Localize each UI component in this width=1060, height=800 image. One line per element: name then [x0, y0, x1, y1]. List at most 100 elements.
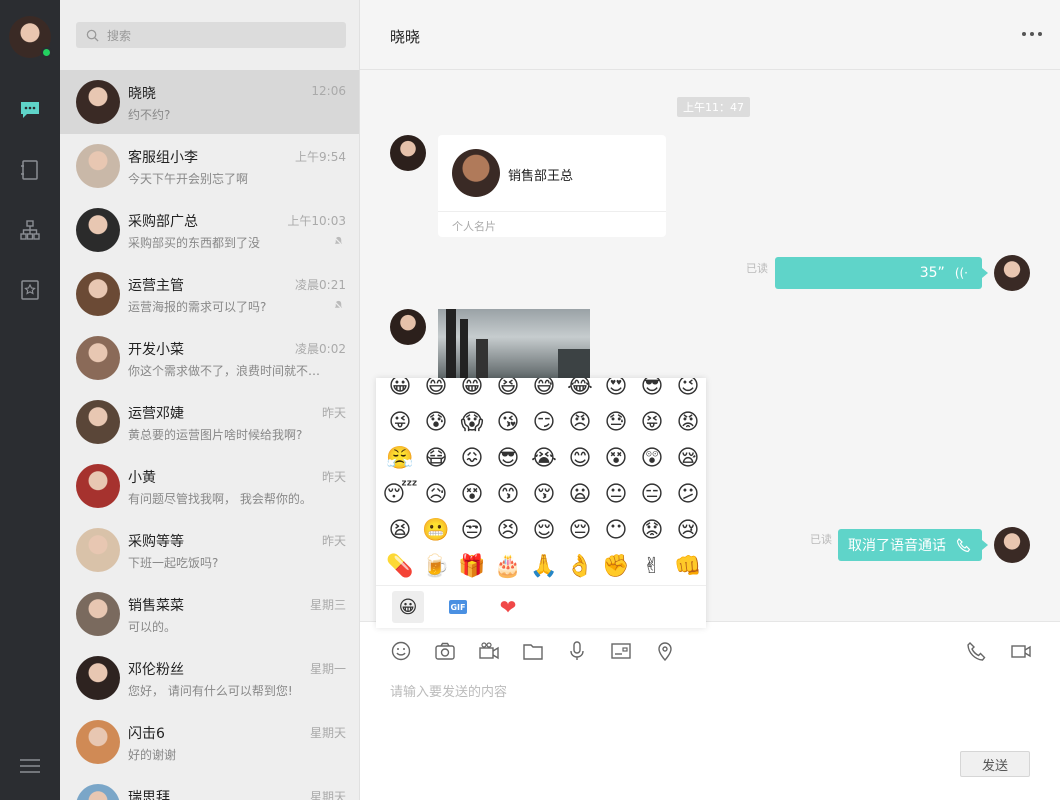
- emoji-item[interactable]: 😲: [634, 440, 670, 476]
- emoji-item[interactable]: 😙: [490, 476, 526, 512]
- emoji-item[interactable]: 😱: [454, 404, 490, 440]
- emoji-item[interactable]: 😣: [490, 512, 526, 548]
- conversation-item[interactable]: 小黄 昨天 有问题尽管找我啊， 我会帮你的。: [60, 454, 359, 518]
- emoji-item[interactable]: 😦: [562, 476, 598, 512]
- conversation-item[interactable]: 运营邓婕 昨天 黄总要的运营图片啥时候给我啊?: [60, 390, 359, 454]
- location-pin-icon[interactable]: [654, 640, 676, 662]
- emoji-item[interactable]: 😍: [598, 378, 634, 404]
- conversation-item[interactable]: 客服组小李 上午9:54 今天下午开会别忘了啊: [60, 134, 359, 198]
- my-message-avatar[interactable]: [994, 255, 1030, 291]
- image-message[interactable]: [438, 309, 590, 379]
- voice-call-icon[interactable]: [966, 640, 988, 662]
- conversation-item[interactable]: 运营主管 凌晨0:21 运营海报的需求可以了吗?: [60, 262, 359, 326]
- emoji-item[interactable]: ✊: [598, 548, 634, 584]
- emoji-item[interactable]: 😑: [634, 476, 670, 512]
- emoji-tab-favorites[interactable]: ❤: [492, 591, 524, 623]
- more-options-icon[interactable]: [1022, 32, 1042, 36]
- folder-icon[interactable]: [522, 640, 544, 662]
- emoji-item[interactable]: 😡: [670, 404, 706, 440]
- microphone-icon[interactable]: [566, 640, 588, 662]
- emoji-item[interactable]: 😵: [454, 476, 490, 512]
- emoji-item[interactable]: 😫: [382, 512, 418, 548]
- emoji-item[interactable]: 😀: [382, 378, 418, 404]
- search-box[interactable]: 搜索: [76, 22, 346, 48]
- emoji-item[interactable]: 😒: [454, 512, 490, 548]
- emoji-item[interactable]: 😎: [634, 378, 670, 404]
- emoji-item[interactable]: 👊: [670, 548, 706, 584]
- voice-message[interactable]: 35” ((·: [775, 257, 988, 289]
- emoji-icon[interactable]: [390, 640, 412, 662]
- nav-organization[interactable]: [0, 210, 60, 250]
- emoji-item[interactable]: 😌: [526, 512, 562, 548]
- emoji-item[interactable]: 😪: [670, 440, 706, 476]
- emoji-item[interactable]: 😖: [454, 440, 490, 476]
- emoji-item[interactable]: 😐: [598, 476, 634, 512]
- emoji-item[interactable]: 🙏: [526, 548, 562, 584]
- contact-card-icon[interactable]: [610, 640, 632, 662]
- emoji-tab-gif[interactable]: GIF: [442, 591, 474, 623]
- emoji-item[interactable]: 😏: [526, 404, 562, 440]
- emoji-item[interactable]: 😭: [526, 440, 562, 476]
- conversation-item[interactable]: 邓伦粉丝 星期一 您好， 请问有什么可以帮到您!: [60, 646, 359, 710]
- nav-favorites[interactable]: [0, 270, 60, 310]
- avatar: [76, 656, 120, 700]
- emoji-item[interactable]: 😠: [562, 404, 598, 440]
- conversation-item[interactable]: 采购部广总 上午10:03 采购部买的东西都到了没: [60, 198, 359, 262]
- emoji-item[interactable]: 😤: [382, 440, 418, 476]
- emoji-item[interactable]: 😴: [382, 476, 418, 512]
- emoji-item[interactable]: 😅: [526, 378, 562, 404]
- card-footer: 个人名片: [438, 211, 666, 240]
- conversation-item[interactable]: 销售菜菜 星期三 可以的。: [60, 582, 359, 646]
- conversation-item[interactable]: 采购等等 昨天 下班一起吃饭吗?: [60, 518, 359, 582]
- emoji-item[interactable]: 😷: [418, 440, 454, 476]
- menu-icon[interactable]: [20, 758, 40, 774]
- send-button[interactable]: 发送: [960, 751, 1030, 777]
- emoji-item[interactable]: 😥: [418, 476, 454, 512]
- read-receipt: 已读: [746, 262, 768, 275]
- video-record-icon[interactable]: [478, 640, 500, 662]
- emoji-item[interactable]: 😘: [490, 404, 526, 440]
- emoji-item[interactable]: 😝: [634, 404, 670, 440]
- emoji-item[interactable]: 😜: [382, 404, 418, 440]
- conversation-item[interactable]: 开发小菜 凌晨0:02 你这个需求做不了，浪费时间就不做…: [60, 326, 359, 390]
- emoji-item[interactable]: 😰: [418, 404, 454, 440]
- message-input[interactable]: 请输入要发送的内容: [390, 681, 507, 700]
- emoji-item[interactable]: 😢: [670, 512, 706, 548]
- emoji-item[interactable]: ✌: [634, 548, 670, 584]
- emoji-item[interactable]: 😬: [418, 512, 454, 548]
- emoji-item[interactable]: 😓: [598, 404, 634, 440]
- emoji-item[interactable]: 💊: [382, 548, 418, 584]
- video-call-icon[interactable]: [1010, 640, 1032, 662]
- conversation-name: 客服组小李: [128, 150, 198, 166]
- emoji-item[interactable]: 😎: [490, 440, 526, 476]
- emoji-item[interactable]: 😚: [526, 476, 562, 512]
- nav-contacts[interactable]: [0, 150, 60, 190]
- emoji-item[interactable]: 😶: [598, 512, 634, 548]
- emoji-item[interactable]: 😄: [418, 378, 454, 404]
- conversation-item[interactable]: 瑞思拜 星期天: [60, 774, 359, 800]
- emoji-item[interactable]: 😟: [634, 512, 670, 548]
- nav-messages[interactable]: [0, 90, 60, 130]
- conversation-item[interactable]: 晓晓 12:06 约不约?: [60, 70, 359, 134]
- emoji-item[interactable]: 😉: [670, 378, 706, 404]
- emoji-item[interactable]: 😂: [562, 378, 598, 404]
- contact-avatar[interactable]: [390, 309, 426, 345]
- contact-card-message[interactable]: 销售部王总 个人名片: [438, 135, 666, 237]
- emoji-item[interactable]: 😵: [598, 440, 634, 476]
- emoji-item[interactable]: 🎂: [490, 548, 526, 584]
- emoji-item[interactable]: 😁: [454, 378, 490, 404]
- contact-avatar[interactable]: [390, 135, 426, 171]
- conversation-item[interactable]: 闪击6 星期天 好的谢谢: [60, 710, 359, 774]
- emoji-item[interactable]: 🍺: [418, 548, 454, 584]
- call-cancelled-message[interactable]: 取消了语音通话: [838, 529, 988, 561]
- camera-icon[interactable]: [434, 640, 456, 662]
- emoji-item[interactable]: 😔: [562, 512, 598, 548]
- emoji-item[interactable]: 👌: [562, 548, 598, 584]
- emoji-item[interactable]: 😆: [490, 378, 526, 404]
- my-message-avatar[interactable]: [994, 527, 1030, 563]
- conversation-time: 凌晨0:02: [295, 342, 346, 356]
- emoji-item[interactable]: 😕: [670, 476, 706, 512]
- emoji-item[interactable]: 🎁: [454, 548, 490, 584]
- emoji-item[interactable]: 😊: [562, 440, 598, 476]
- emoji-tab-smiley[interactable]: 😀: [392, 591, 424, 623]
